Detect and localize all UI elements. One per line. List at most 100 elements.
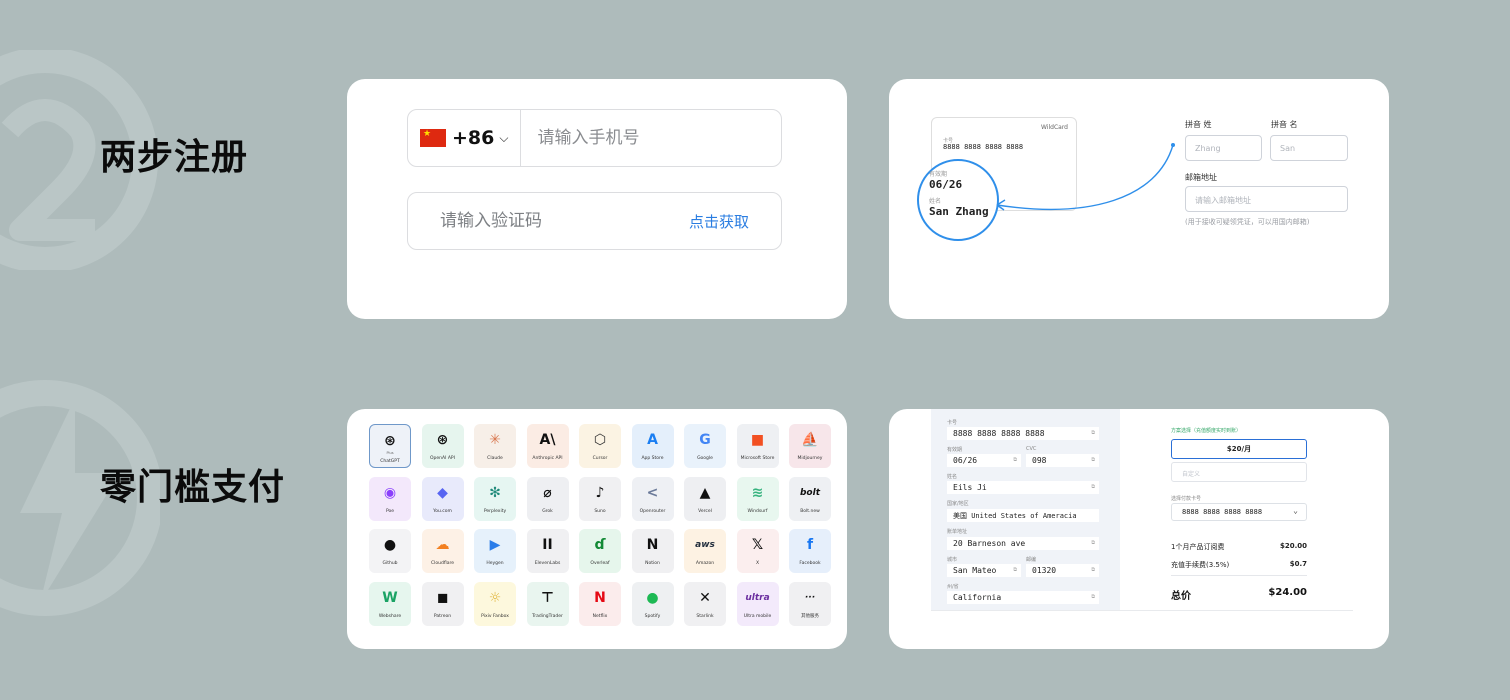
app-tile-you-com[interactable]: ◆ You.com xyxy=(421,476,464,521)
app-tile-windsurf[interactable]: ≋ Windsurf xyxy=(736,476,779,521)
feature-title-payment: 零门槛支付 xyxy=(100,467,286,508)
app-tile-perplexity[interactable]: ✻ Perplexity xyxy=(474,476,516,521)
co-city-input[interactable]: San Mateo ⧉ xyxy=(947,564,1021,577)
app-tile-ultra-mobile[interactable]: ultra Ultra mobile xyxy=(736,581,779,626)
card-info-card: WildCard 卡号 8888 8888 8888 8888 有效期 06/2… xyxy=(889,79,1389,319)
app-tile-heygen[interactable]: ▶ Heygen xyxy=(474,529,516,573)
get-code-button[interactable]: 点击获取 xyxy=(689,211,749,232)
co-name-input[interactable]: Eils Ji ⧉ xyxy=(947,481,1099,494)
app-name: Bolt.new xyxy=(800,508,820,514)
app-tile-starlink[interactable]: ✕ Starlink xyxy=(684,581,726,626)
app-tile-google[interactable]: G Google xyxy=(684,424,726,468)
app-name: Ultra mobile xyxy=(743,613,772,619)
app-tile-pixiv-fanbox[interactable]: ☼ Pixiv Fanbox xyxy=(474,581,516,626)
app-name: Overleaf xyxy=(590,561,610,566)
email-input[interactable]: 请输入邮箱地址 xyxy=(1185,186,1348,212)
app-tile-microsoft-store[interactable]: ■ Microsoft Store xyxy=(736,424,779,468)
app-tile-netflix[interactable]: N Netflix xyxy=(579,581,621,626)
co-zip-input[interactable]: 01320 ⧉ xyxy=(1026,564,1099,577)
co-expiry-label: 有效期 xyxy=(947,447,963,453)
plan-option-20[interactable]: $20/月 xyxy=(1171,439,1307,459)
co-name: Eils Ji xyxy=(953,483,987,492)
co-state-input[interactable]: California ⧉ xyxy=(947,591,1099,604)
app-tile-bolt-new[interactable]: bolt Bolt.new xyxy=(789,476,831,521)
app-name: Github xyxy=(382,561,398,566)
plan-label: 方案选择（充值额度实时到账） xyxy=(1171,428,1242,434)
app-icon-11: ✻ xyxy=(489,484,501,501)
co-country: 美国 United States of Ameracia xyxy=(953,512,1077,520)
app-tile-openrouter[interactable]: < Openrouter xyxy=(631,476,674,521)
co-zip-label: 邮编 xyxy=(1026,557,1037,563)
app-tile-vercel[interactable]: ▲ Vercel xyxy=(684,476,726,521)
app-tile-webshare[interactable]: W Webshare xyxy=(369,581,411,626)
app-tile-cursor[interactable]: ⬡ Cursor xyxy=(579,424,621,468)
co-address-input[interactable]: 20 Barneson ave ⧉ xyxy=(947,537,1099,550)
app-tile-grok[interactable]: ⌀ Grok xyxy=(526,476,569,521)
app-icon-35: ··· xyxy=(804,592,816,603)
copy-icon[interactable]: ⧉ xyxy=(1091,567,1095,573)
app-tile-openai-api[interactable]: ⊛ OpenAI API xyxy=(421,424,464,468)
app-name: Microsoft Store xyxy=(740,456,775,461)
copy-icon[interactable]: ⧉ xyxy=(1091,457,1095,463)
app-grid: ⊛ Plus ChatGPT ⊛ OpenAI API ✳ Claude A\ Anthropi… xyxy=(369,424,831,626)
app-tile-cloudflare[interactable]: ☁ Cloudflare xyxy=(421,529,464,573)
country-code[interactable]: +86 xyxy=(452,127,494,149)
app-icon-5: A xyxy=(647,432,658,448)
summary-divider xyxy=(1171,575,1307,576)
first-name-input[interactable]: San xyxy=(1270,135,1348,161)
checkout-card: 卡号 8888 8888 8888 8888 ⧉ 有效期 CVC 06/26 ⧉ 0… xyxy=(889,409,1389,649)
email-label: 邮箱地址 xyxy=(1185,173,1217,182)
co-expiry-input[interactable]: 06/26 ⧉ xyxy=(947,454,1021,467)
app-tile-elevenlabs[interactable]: II ElevenLabs xyxy=(526,529,569,573)
app-tile-poe[interactable]: ◉ Poe xyxy=(369,476,411,521)
app-tile-midjourney[interactable]: ⛵ Midjourney xyxy=(789,424,831,468)
app-name: Grok xyxy=(542,508,553,514)
copy-icon[interactable]: ⧉ xyxy=(1013,457,1017,463)
app-tile-overleaf[interactable]: ɗ Overleaf xyxy=(579,529,621,573)
co-state: California xyxy=(953,593,1002,602)
verification-code-input[interactable] xyxy=(440,211,640,231)
app-name: Midjourney xyxy=(797,456,823,461)
app-tile--[interactable]: ··· 其他服务 xyxy=(789,581,831,626)
app-tile-notion[interactable]: N Notion xyxy=(631,529,674,573)
app-icon-30: ⊤ xyxy=(541,589,554,606)
app-tile-facebook[interactable]: f Facebook xyxy=(789,529,831,573)
copy-icon[interactable]: ⧉ xyxy=(1091,430,1095,436)
subscription-fee-value: $20.00 xyxy=(1279,542,1307,550)
card-select[interactable]: 8888 8888 8888 8888 ⌄ xyxy=(1171,503,1307,521)
select-card-label: 选择付款卡号 xyxy=(1171,496,1202,502)
app-tile-chatgpt[interactable]: ⊛ Plus ChatGPT xyxy=(369,424,411,468)
last-name-input[interactable]: Zhang xyxy=(1185,135,1262,161)
chevron-down-icon[interactable]: ⌄ xyxy=(1293,506,1298,515)
copy-icon[interactable]: ⧉ xyxy=(1091,484,1095,490)
co-cvc-input[interactable]: 098 ⧉ xyxy=(1026,454,1099,467)
app-name: You.com xyxy=(433,508,452,514)
custom-amount-input[interactable]: 自定义 xyxy=(1171,462,1307,482)
app-tile-claude[interactable]: ✳ Claude xyxy=(474,424,516,468)
app-icon-17: bolt xyxy=(799,487,820,498)
copy-icon[interactable]: ⧉ xyxy=(1091,594,1095,600)
app-tile-github[interactable]: ● Github xyxy=(369,529,411,573)
app-icon-33: ✕ xyxy=(699,589,711,606)
app-tile-anthropic-api[interactable]: A\ Anthropic API xyxy=(526,424,569,468)
app-icon-15: ▲ xyxy=(699,484,711,501)
app-name: Poe xyxy=(385,508,395,514)
app-tile-spotify[interactable]: ● Spotify xyxy=(631,581,674,626)
co-cvc-label: CVC xyxy=(1026,446,1037,452)
app-tile-x[interactable]: 𝕏X xyxy=(736,529,779,573)
co-country-input[interactable]: 美国 United States of Ameracia xyxy=(947,509,1099,522)
app-icon-28: ◼ xyxy=(436,589,449,606)
app-name: ElevenLabs xyxy=(534,561,561,566)
app-tile-tradingtrader[interactable]: ⊤ TradingTrader xyxy=(526,581,569,626)
phone-input[interactable] xyxy=(537,128,768,148)
app-tile-app-store[interactable]: A App Store xyxy=(631,424,674,468)
app-tile-amazon[interactable]: aws Amazon xyxy=(684,529,726,573)
co-card-number-input[interactable]: 8888 8888 8888 8888 ⧉ xyxy=(947,427,1099,440)
chevron-down-icon[interactable]: ⌵ xyxy=(499,131,508,146)
app-icon-27: W xyxy=(382,589,398,606)
app-name: Pixiv Fanbox xyxy=(481,613,509,619)
app-tile-suno[interactable]: ♪ Suno xyxy=(579,476,621,521)
copy-icon[interactable]: ⧉ xyxy=(1013,567,1017,573)
app-tile-patreon[interactable]: ◼ Patreon xyxy=(421,581,464,626)
copy-icon[interactable]: ⧉ xyxy=(1091,540,1095,546)
